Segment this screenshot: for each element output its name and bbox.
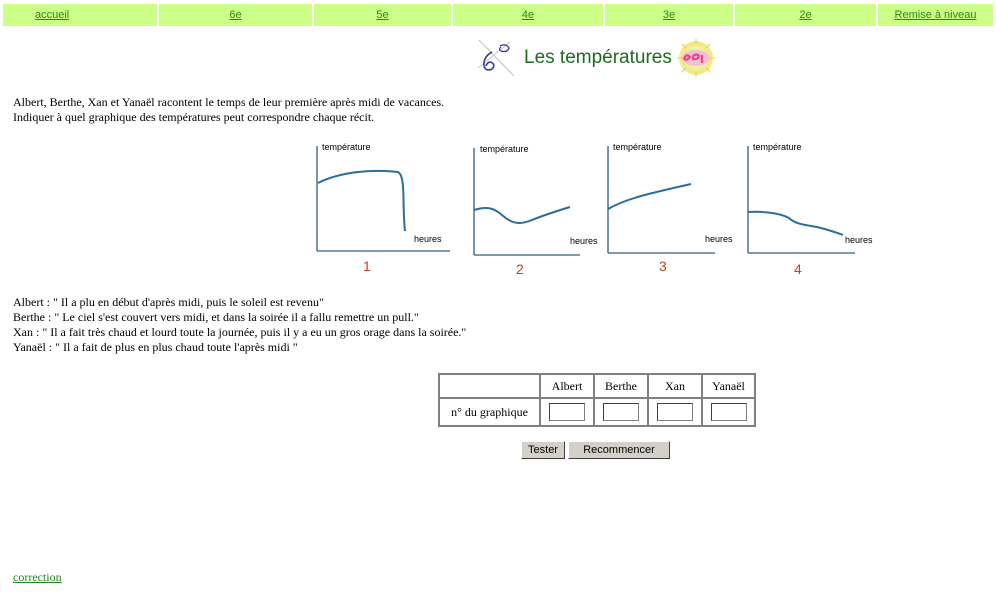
correction-link[interactable]: correction xyxy=(13,570,62,584)
nav-cell-6e: 6e xyxy=(159,4,312,26)
nav-cell-remise: Remise à niveau xyxy=(878,4,993,26)
graph-1-curve xyxy=(317,169,406,232)
graph-2-xlabel: heures xyxy=(570,236,598,246)
story-yanael: Yanaël : " Il a fait de plus en plus cha… xyxy=(13,340,298,354)
answer-input-albert[interactable] xyxy=(549,403,585,421)
table-header-row: Albert Berthe Xan Yanaël xyxy=(439,374,755,398)
graph-1: température heures 1 xyxy=(300,136,460,280)
cell-berthe xyxy=(594,398,648,426)
nav-link-2e[interactable]: 2e xyxy=(799,9,811,21)
page-header: Les températures xyxy=(476,36,716,80)
nav-link-6e[interactable]: 6e xyxy=(229,9,241,21)
story-albert: Albert : " Il a plu en début d'après mid… xyxy=(13,295,324,309)
answer-input-xan[interactable] xyxy=(657,403,693,421)
nav-cell-3e: 3e xyxy=(605,4,733,26)
header-albert: Albert xyxy=(540,374,594,398)
page-title: Les températures xyxy=(524,47,672,68)
cell-xan xyxy=(648,398,702,426)
graph-3-number: 3 xyxy=(659,258,667,274)
nav-cell-2e: 2e xyxy=(735,4,876,26)
answer-table: Albert Berthe Xan Yanaël n° du graphique xyxy=(438,373,756,427)
header-xan: Xan xyxy=(648,374,702,398)
test-button[interactable]: Tester xyxy=(521,441,565,459)
nav-cell-accueil: accueil xyxy=(3,4,157,26)
story-berthe: Berthe : " Le ciel s'est couvert vers mi… xyxy=(13,310,419,324)
graph-2-curve xyxy=(473,206,571,224)
graph-1-number: 1 xyxy=(363,258,371,274)
graph-4-number: 4 xyxy=(794,261,802,277)
nav-cell-5e: 5e xyxy=(314,4,451,26)
graph-4-ylabel: température xyxy=(753,142,802,152)
nav-link-4e[interactable]: 4e xyxy=(522,9,534,21)
table-corner-cell xyxy=(439,374,540,398)
cell-yanael xyxy=(702,398,755,426)
graph-1-ylabel: température xyxy=(322,142,371,152)
header-berthe: Berthe xyxy=(594,374,648,398)
graph-4-xlabel: heures xyxy=(845,235,873,245)
graph-3-curve xyxy=(607,183,692,210)
intro-line-2: Indiquer à quel graphique des températur… xyxy=(13,110,375,124)
graph-3: température heures 3 xyxy=(597,138,757,282)
graph-2-number: 2 xyxy=(516,261,524,277)
nav-link-5e[interactable]: 5e xyxy=(376,9,388,21)
header-yanael: Yanaël xyxy=(702,374,755,398)
graph-3-xlabel: heures xyxy=(705,234,733,244)
stories: Albert : " Il a plu en début d'après mid… xyxy=(13,295,466,355)
answer-input-berthe[interactable] xyxy=(603,403,639,421)
intro-line-1: Albert, Berthe, Xan et Yanaël racontent … xyxy=(13,95,445,109)
top-navigation: accueil 6e 5e 4e 3e 2e Remise à niveau xyxy=(3,4,993,26)
nav-link-remise-a-niveau[interactable]: Remise à niveau xyxy=(895,9,977,21)
instructions: Albert, Berthe, Xan et Yanaël racontent … xyxy=(13,95,444,125)
graph-4: température heures 4 xyxy=(737,138,897,282)
reset-button[interactable]: Recommencer xyxy=(568,441,670,459)
math-logo-icon xyxy=(477,39,515,77)
graph-1-xlabel: heures xyxy=(414,234,442,244)
answer-input-yanael[interactable] xyxy=(710,403,747,421)
graph-3-ylabel: température xyxy=(613,142,662,152)
story-xan: Xan : " Il a fait très chaud et lourd to… xyxy=(13,325,467,339)
nav-cell-4e: 4e xyxy=(453,4,603,26)
cell-albert xyxy=(540,398,594,426)
nav-link-accueil[interactable]: accueil xyxy=(35,9,69,21)
footer: correction xyxy=(13,570,62,585)
row-label: n° du graphique xyxy=(439,398,540,426)
graph-4-curve xyxy=(747,210,844,236)
nav-link-3e[interactable]: 3e xyxy=(663,9,675,21)
graph-2-ylabel: température xyxy=(480,144,529,154)
sun-logo-icon xyxy=(676,39,715,77)
table-answer-row: n° du graphique xyxy=(439,398,755,426)
